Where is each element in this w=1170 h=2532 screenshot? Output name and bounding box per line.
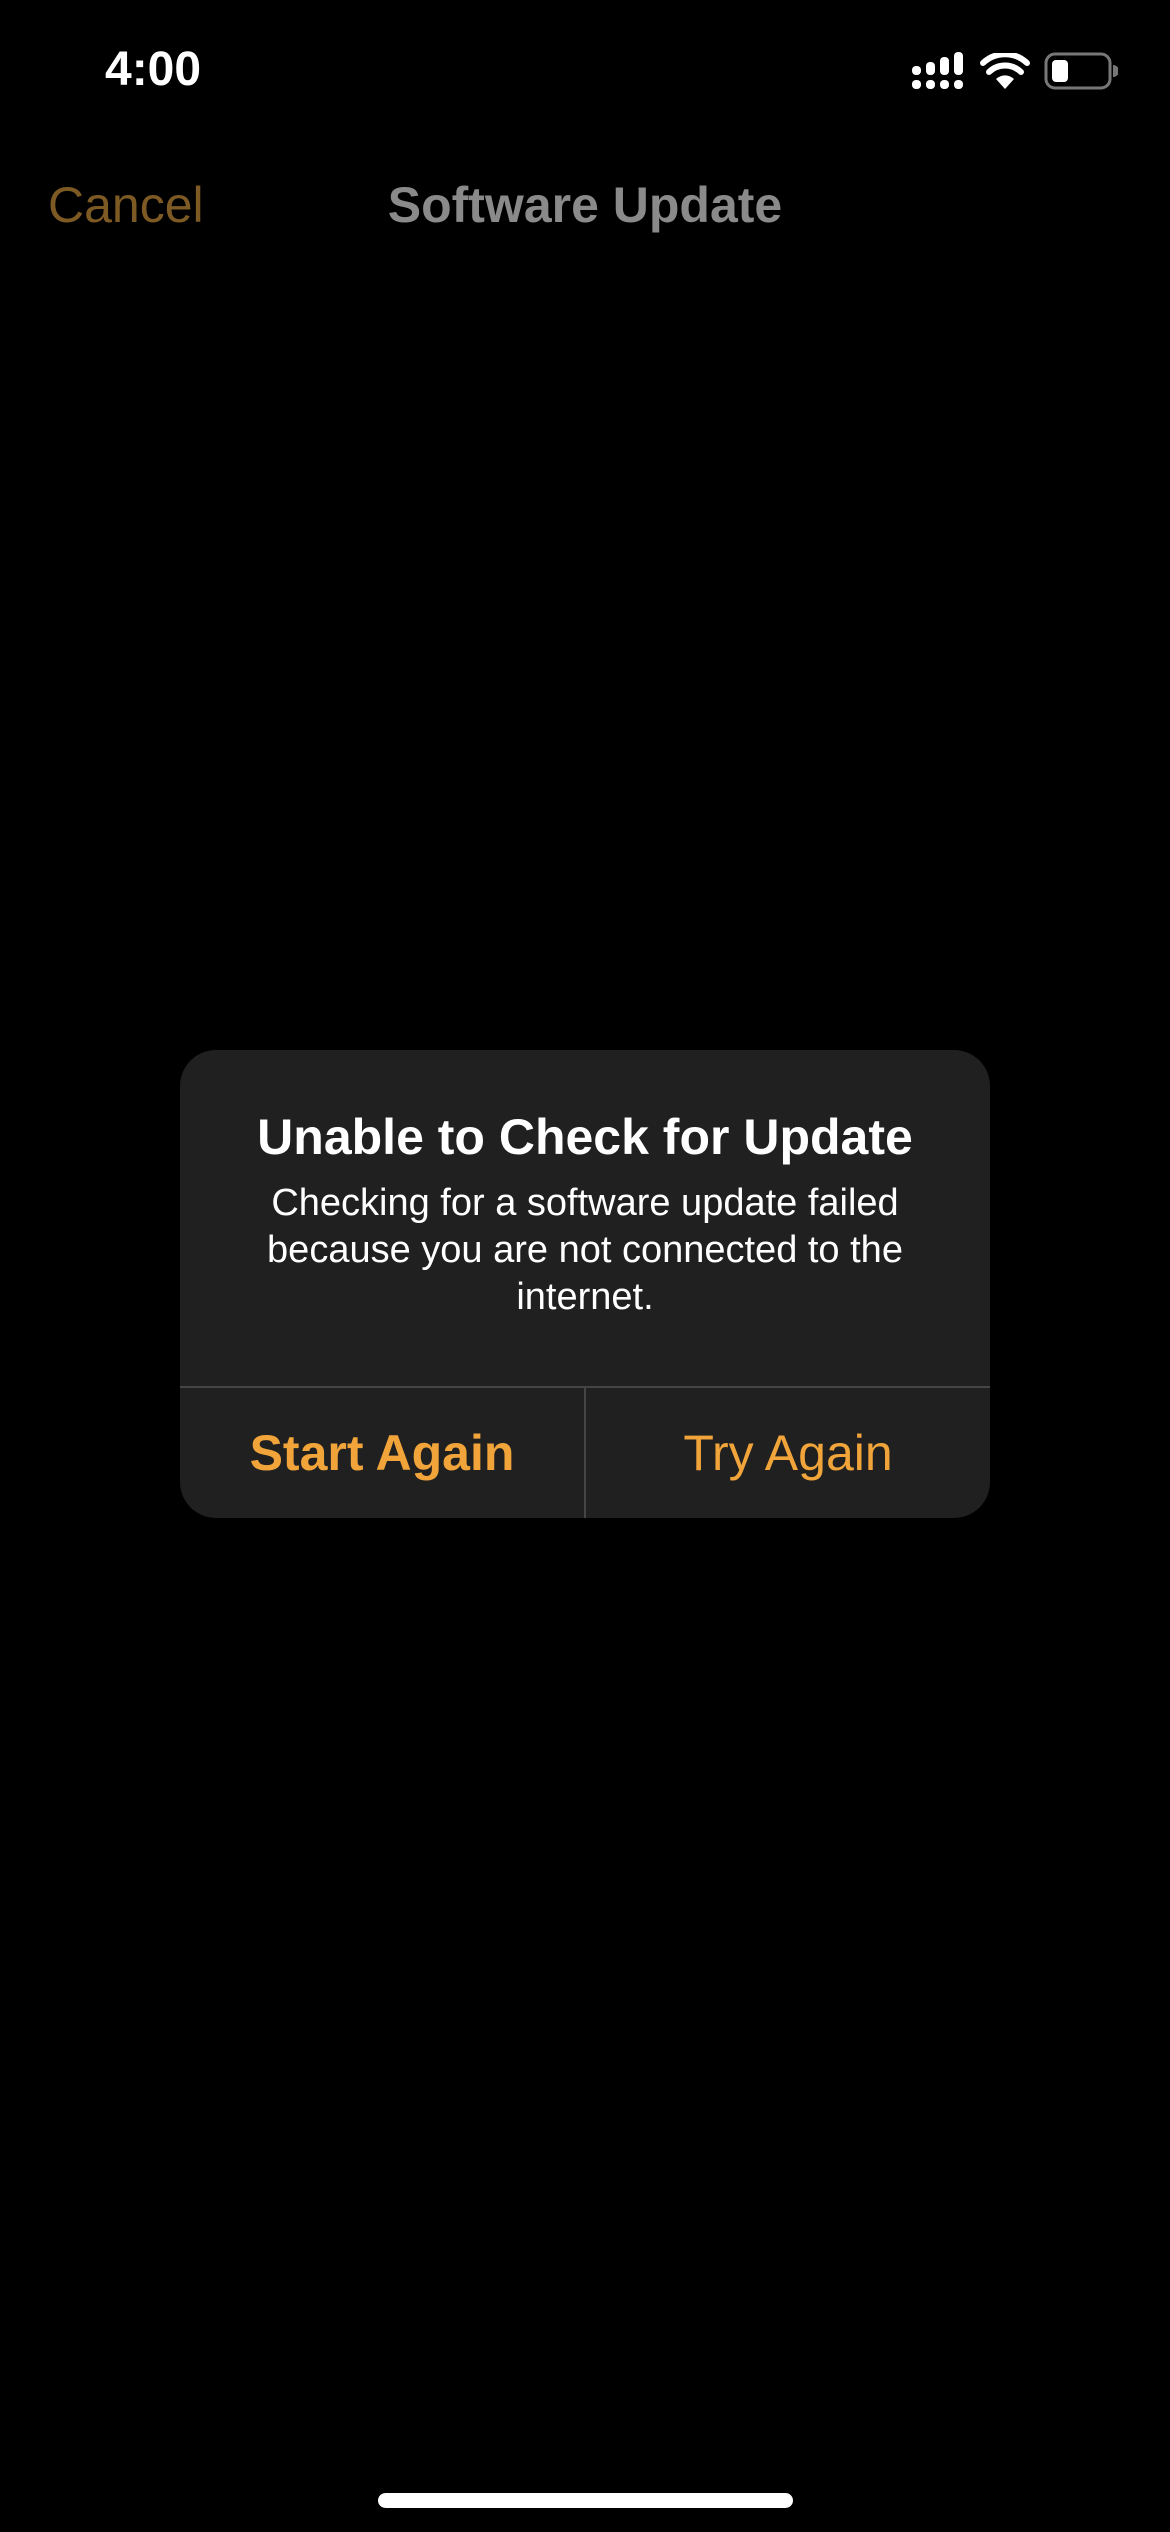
page-title: Software Update (0, 176, 1170, 234)
cellular-signal-icon (912, 52, 963, 89)
page-title-text: Software Update (387, 177, 783, 233)
status-time: 4:00 (105, 43, 202, 96)
try-again-button[interactable]: Try Again (586, 1388, 990, 1518)
wifi-icon (980, 53, 1030, 89)
status-icons (912, 52, 1118, 90)
alert-title: Unable to Check for Update (257, 1109, 913, 1165)
alert-dialog: Unable to Check for Update Checking for … (180, 1050, 990, 1518)
home-indicator[interactable] (378, 2493, 793, 2508)
battery-icon (1044, 52, 1118, 90)
alert-message: Checking for a software update failed be… (267, 1182, 903, 1318)
start-again-button[interactable]: Start Again (180, 1388, 584, 1518)
